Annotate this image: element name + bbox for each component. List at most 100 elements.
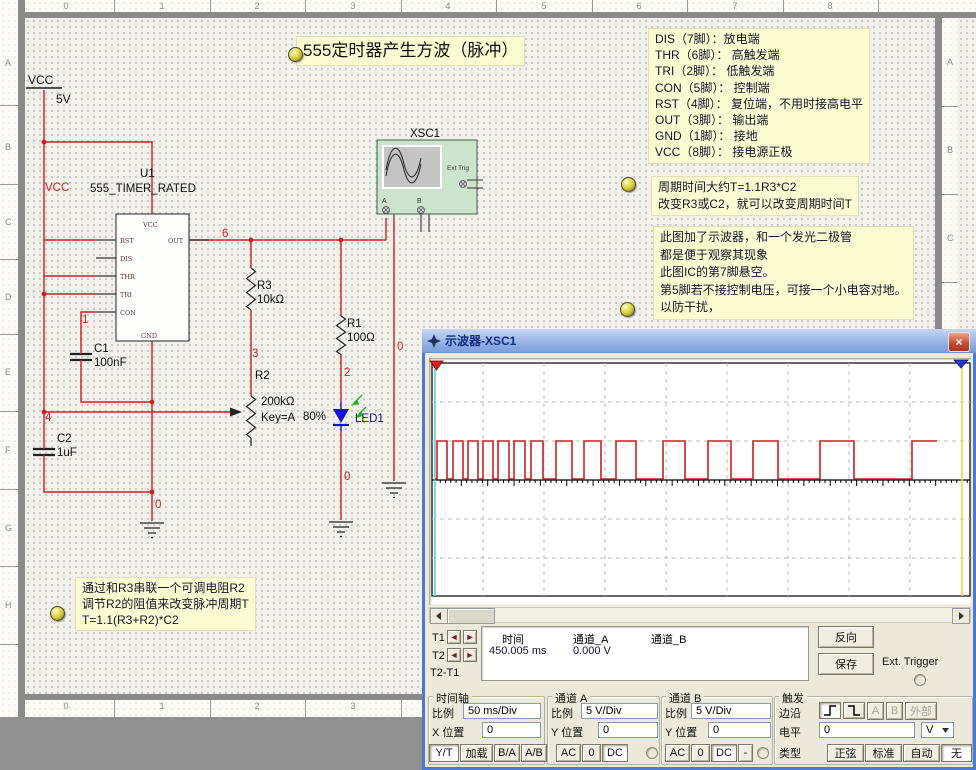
net-3: 3 (252, 348, 258, 360)
r3-value: 10kΩ (257, 294, 285, 306)
trigger-type--[interactable]: 正弦 (827, 744, 864, 762)
t1-left-button[interactable]: ◄ (447, 630, 461, 644)
scroll-left-button[interactable] (430, 608, 448, 624)
t2-right-button[interactable]: ► (463, 648, 477, 662)
pin-vcc: VCC (142, 221, 158, 229)
r3-refdes: R3 (257, 280, 272, 292)
readout-box: 时间 通道_A 通道_B 450.005 ms 0.000 V (481, 626, 809, 681)
scroll-thumb[interactable] (447, 608, 495, 624)
c1-value: 100nF (94, 357, 127, 369)
u1-555-chip[interactable]: VCC RST DIS THR TRI CON GND OUT U1 555_T… (90, 168, 209, 341)
scope-plot (429, 358, 971, 605)
note-main-title[interactable]: 555定时器产生方波（脉冲） (296, 36, 525, 66)
channel-b-coupling--[interactable]: - (738, 744, 753, 762)
channel-a-coupling-dc[interactable]: DC (602, 744, 628, 762)
trigger-type--[interactable]: 标准 (865, 744, 902, 762)
timebase-xpos-input[interactable]: 0 (482, 722, 541, 738)
net-labels: 6 1 3 2 4 0 0 0 (45, 228, 403, 511)
xsc1-label: XSC1 (410, 128, 440, 140)
channel-b-ypos-input[interactable]: 0 (708, 722, 771, 738)
net-2: 2 (344, 367, 350, 379)
note-line: DIS（7脚）：放电端 (655, 31, 863, 47)
channel-a-coupling-0[interactable]: 0 (582, 744, 601, 762)
r1-resistor[interactable]: R1 100Ω (337, 316, 376, 355)
note-line: 都是便于观察其现象 (660, 247, 907, 265)
note-line: 通过和R3串联一个可调电阻R2 (82, 580, 249, 596)
timebase-group: 时间轴 比例 50 ms/Div X 位置 0 Y/T加载B/AA/B (428, 696, 545, 765)
note-line: VCC（8脚）： 接电源正极 (655, 144, 863, 160)
trigger-level-input[interactable]: 0 (819, 722, 915, 738)
r2-value: 200kΩ (261, 396, 295, 408)
channel-b-ypos-label: Y 位置 (665, 724, 697, 740)
timebase-mode-y-t[interactable]: Y/T (429, 744, 459, 762)
u1-part: 555_TIMER_RATED (90, 183, 196, 195)
channel-b-coupling-dc[interactable]: DC (711, 744, 737, 762)
t1-right-button[interactable]: ► (463, 630, 477, 644)
note-line: CON（5脚）： 控制端 (655, 80, 863, 96)
vcc-power-source[interactable]: VCC 5V (26, 73, 71, 106)
xsc1-scope-icon[interactable]: XSC1 Ext Trig A B (377, 128, 483, 232)
reverse-button[interactable]: 反向 (818, 626, 874, 648)
pin-dis: DIS (120, 255, 132, 263)
net-0-led: 0 (344, 471, 350, 483)
channel-a-ypos-input[interactable]: 0 (598, 722, 658, 738)
trigger-level-unit: V (926, 724, 933, 736)
timebase-scale-input[interactable]: 50 ms/Div (463, 703, 541, 719)
c2-capacitor[interactable]: C2 1uF (33, 433, 77, 459)
trigger-type--[interactable]: 无 (941, 744, 972, 762)
channel-a-coupling-ac[interactable]: AC (556, 744, 581, 762)
net-4: 4 (45, 412, 52, 424)
trigger-type--[interactable]: 自动 (903, 744, 940, 762)
note-line: 周期时间大约T=1.1R3*C2 (658, 179, 852, 196)
pin-gnd: GND (141, 332, 157, 340)
r3-resistor[interactable]: R3 10kΩ (247, 268, 285, 310)
timebase-mode-a-b[interactable]: A/B (521, 744, 547, 762)
c1-capacitor[interactable]: C1 100nF (70, 343, 127, 369)
scope-scrollbar[interactable] (429, 607, 971, 623)
timebase-mode-b-a[interactable]: B/A (494, 744, 520, 762)
channel-a-trigger-radio[interactable] (646, 747, 658, 759)
trigger-source--[interactable]: 外部 (905, 702, 937, 720)
scroll-right-button[interactable] (952, 608, 970, 624)
pin-out: OUT (168, 237, 184, 245)
col-channel-b: 通道_B (651, 631, 686, 647)
channel-a-value: 0.000 V (573, 645, 611, 657)
trigger-source-b[interactable]: B (886, 702, 903, 720)
timebase-mode--[interactable]: 加载 (460, 744, 493, 762)
trigger-level-unit-select[interactable]: V (921, 722, 954, 738)
channel-b-coupling-0[interactable]: 0 (691, 744, 710, 762)
timebase-scale-label: 比例 (432, 705, 454, 721)
channel-b-scale-input[interactable]: 5 V/Div (691, 703, 771, 719)
window-border-left (422, 352, 425, 770)
net-0-scope: 0 (397, 341, 403, 353)
t2t1-label: T2-T1 (430, 667, 459, 679)
note-observation[interactable]: 此图加了示波器，和一个发光二极管都是便于观察其现象此图IC的第7脚悬空。第5脚若… (653, 226, 914, 320)
t2-left-button[interactable]: ◄ (447, 648, 461, 662)
channel-a-scale-label: 比例 (551, 705, 573, 721)
ext-trigger-radio[interactable] (914, 674, 926, 686)
net-label-vcc: VCC (45, 182, 69, 194)
note-line: OUT（3脚）： 输出端 (655, 112, 863, 128)
falling-edge-button[interactable] (843, 702, 865, 719)
note-period-formula[interactable]: 周期时间大约T=1.1R3*C2改变R3或C2，就可以改变周期时间T (651, 176, 859, 216)
note-line: T=1.1(R3+R2)*C2 (82, 612, 249, 628)
scope-titlebar[interactable]: 示波器-XSC1 (422, 329, 976, 353)
rising-edge-button[interactable] (819, 702, 841, 719)
channel-a-scale-input[interactable]: 5 V/Div (581, 703, 658, 719)
scope-window-icon (427, 334, 441, 348)
led1-label: LED1 (355, 413, 384, 425)
save-button[interactable]: 保存 (818, 653, 874, 675)
xsc1-ext-trig-label: Ext Trig (447, 165, 469, 172)
r2-potentiometer[interactable]: R2 200kΩ Key=A 80% (230, 370, 326, 446)
close-button[interactable]: × (948, 332, 970, 352)
channel-b-coupling-ac[interactable]: AC (665, 744, 690, 762)
r2-percent: 80% (303, 411, 326, 423)
channel-b-trigger-radio[interactable] (757, 747, 769, 759)
time-value: 450.005 ms (489, 645, 546, 657)
trigger-edge-label: 边沿 (779, 705, 801, 721)
note-line: 此图IC的第7脚悬空。 (660, 264, 907, 282)
trigger-source-a[interactable]: A (867, 702, 884, 720)
note-line: TRI（2脚）： 低触发端 (655, 63, 863, 79)
note-adjust-r2[interactable]: 通过和R3串联一个可调电阻R2调节R2的阻值来改变脉冲周期TT=1.1(R3+R… (75, 577, 256, 631)
note-pin-descriptions[interactable]: DIS（7脚）：放电端THR（6脚）： 高触发端TRI（2脚）： 低触发端CON… (648, 28, 870, 164)
